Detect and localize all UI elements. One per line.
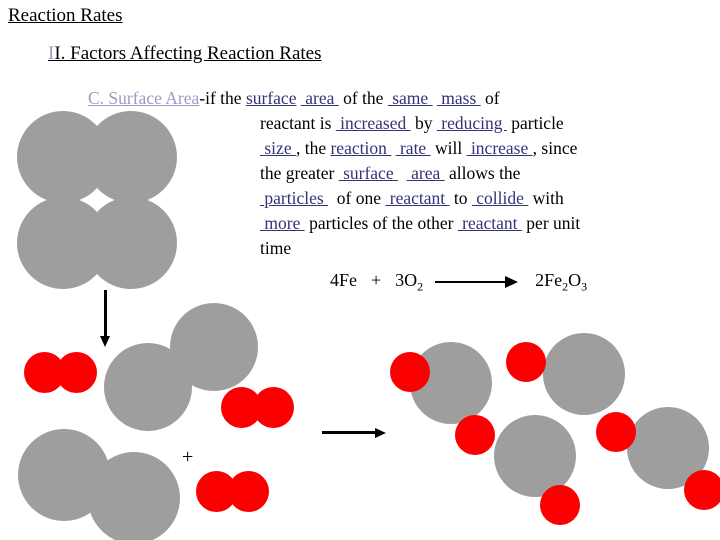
oxygen-atom-product xyxy=(684,470,720,510)
line7-text: time xyxy=(260,238,292,258)
body-line-5: particles of one reactant to collide wit… xyxy=(88,186,712,211)
iron-atom-block xyxy=(85,111,177,203)
oxygen-atom-reactant xyxy=(56,352,97,393)
line3-mid-1: , the xyxy=(295,138,331,158)
line4-blank-1: surface xyxy=(338,163,398,183)
line5-blank-2: reactant xyxy=(385,188,450,208)
body-text-block: C. Surface Area-if the surface area of t… xyxy=(88,86,712,261)
oxygen-atom-product xyxy=(506,342,546,382)
equation-product-coefficient: 2 xyxy=(535,270,545,290)
equation-product-subscript-2: 3 xyxy=(581,279,588,294)
line3-mid-3: will xyxy=(430,138,467,158)
line3-post: , since xyxy=(532,138,578,158)
equation-yields-arrow-icon xyxy=(435,275,519,288)
iron-atom-block xyxy=(85,197,177,289)
line1-mid-2: of the xyxy=(338,88,388,108)
line6-blank-2: reactant xyxy=(457,213,522,233)
diagram-plus-sign: + xyxy=(182,446,194,468)
line3-blank-1: size xyxy=(260,138,296,158)
equation-reactant2-coefficient: 3 xyxy=(395,270,405,290)
line4-blank-2: area xyxy=(406,163,445,183)
equation-product-symbol-2: O xyxy=(568,270,582,290)
oxygen-atom-product xyxy=(390,352,430,392)
line4-pre: the greater xyxy=(260,163,339,183)
line5-mid-1: of one xyxy=(328,188,386,208)
line1-post: of xyxy=(480,88,500,108)
right-arrow-icon xyxy=(322,428,386,439)
line1-blank-3: same xyxy=(387,88,433,108)
down-arrow-icon xyxy=(100,290,111,347)
line4-mid-1 xyxy=(398,163,407,183)
line2-blank-1: increased xyxy=(335,113,411,133)
equation-plus-sign: + xyxy=(371,270,382,290)
equation-product-symbol-1: Fe xyxy=(544,270,563,290)
line1-pre: -if the xyxy=(199,88,246,108)
slide-canvas: Reaction Rates II. Factors Affecting Rea… xyxy=(0,0,720,540)
iron-atom-fragment xyxy=(170,303,258,391)
body-line-4: the greater surface area allows the xyxy=(88,161,712,186)
line3-blank-4: increase xyxy=(466,138,533,158)
line5-blank-1: particles xyxy=(260,188,329,208)
line2-pre: reactant is xyxy=(260,113,336,133)
section-heading: C. Surface Area xyxy=(88,88,200,108)
body-line-3: size , the reaction rate will increase ,… xyxy=(88,136,712,161)
line2-blank-2: reducing xyxy=(436,113,507,133)
oxygen-atom-reactant xyxy=(228,471,269,512)
line3-blank-2: reaction xyxy=(330,138,392,158)
oxygen-atom-product xyxy=(540,485,580,525)
body-line-1: C. Surface Area-if the surface area of t… xyxy=(88,86,712,111)
line1-blank-1: surface xyxy=(245,88,297,108)
line4-post: allows the xyxy=(444,163,521,183)
line6-blank-1: more xyxy=(260,213,305,233)
section-subtitle: II. Factors Affecting Reaction Rates xyxy=(48,43,322,65)
line5-blank-3: collide xyxy=(471,188,529,208)
line5-mid-2: to xyxy=(449,188,472,208)
oxygen-atom-product xyxy=(455,415,495,455)
line6-post: per unit xyxy=(521,213,581,233)
body-line-6: more particles of the other reactant per… xyxy=(88,211,712,236)
line3-blank-3: rate xyxy=(395,138,431,158)
body-line-7: time xyxy=(88,236,712,261)
equation-reactant2-symbol: O xyxy=(404,270,418,290)
line1-blank-4: mass xyxy=(436,88,481,108)
equation-reactant1-coefficient: 4 xyxy=(330,270,339,290)
line6-mid-1: particles of the other xyxy=(304,213,458,233)
subtitle-text: I. Factors Affecting Reaction Rates xyxy=(54,43,322,64)
line5-post: with xyxy=(528,188,564,208)
equation-reactant1-symbol: Fe xyxy=(339,270,357,290)
chemical-equation: 4Fe +3O2 2Fe2O3 xyxy=(330,270,587,295)
iron-atom-product xyxy=(543,333,625,415)
line1-blank-2: area xyxy=(300,88,339,108)
equation-reactant2-subscript: 2 xyxy=(417,279,424,294)
line2-mid-1: by xyxy=(410,113,437,133)
line2-post: particle xyxy=(506,113,564,133)
page-title: Reaction Rates xyxy=(8,5,123,26)
iron-atom-fragment xyxy=(88,452,180,540)
oxygen-atom-product xyxy=(596,412,636,452)
body-line-2: reactant is increased by reducing partic… xyxy=(88,111,712,136)
oxygen-atom-reactant xyxy=(253,387,294,428)
